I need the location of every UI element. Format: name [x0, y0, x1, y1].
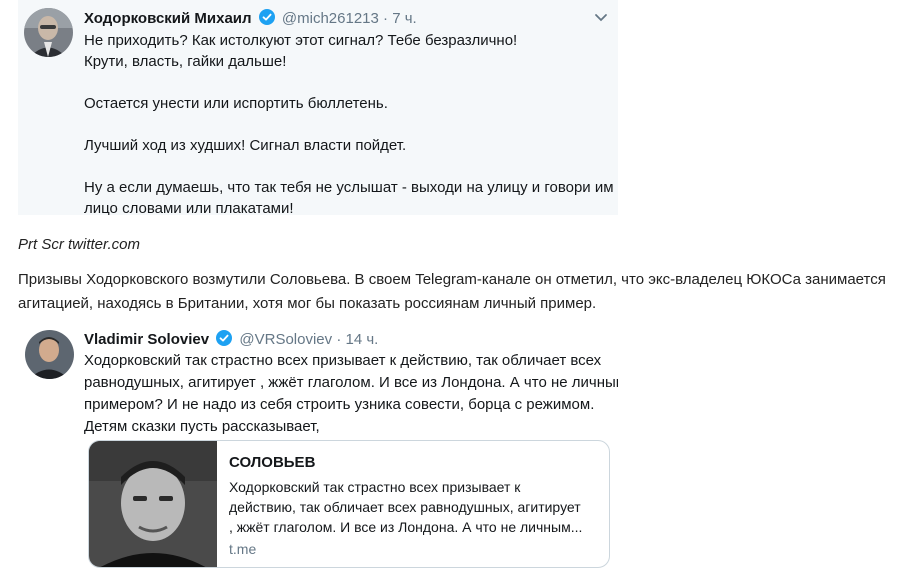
tweet-text: Не приходить? Как истолкуют этот сигнал?… [84, 30, 618, 215]
author-name[interactable]: Vladimir Soloviev [84, 331, 209, 348]
tweet-time[interactable]: 14 ч. [346, 331, 379, 348]
text-line: , жжёт глаголом. И все из Лондона. А что… [229, 519, 583, 535]
card-text: СОЛОВЬЕВ Ходорковский так страстно всех … [229, 454, 599, 557]
tweet-header: Vladimir Soloviev @VRSoloviev · 14 ч. [84, 330, 378, 350]
text-line: равнодушных, агитирует , жжёт глаголом. … [84, 374, 618, 391]
text-line: Лучший ход из худших! Сигнал власти пойд… [84, 137, 407, 154]
text-line: Не приходить? Как истолкуют этот сигнал?… [84, 32, 518, 49]
tweet-text: Ходорковский так страстно всех призывает… [84, 350, 618, 438]
verified-badge-icon [258, 9, 275, 29]
tweet-paragraph: Ну а если думаешь, что так тебя не услыш… [84, 177, 618, 215]
text-line: Ну а если думаешь, что так тебя не услыш… [84, 179, 618, 196]
text-line: действию, так обличает всех равнодушных,… [229, 499, 581, 515]
text-line: Ходорковский так страстно всех призывает… [84, 352, 602, 369]
card-domain: t.me [229, 541, 257, 557]
text-line: примером? И не надо из себя строить узни… [84, 396, 595, 413]
text-line: Крути, власть, гайки дальше! [84, 53, 287, 70]
card-image [89, 441, 217, 567]
author-handle[interactable]: @VRSoloviev [239, 331, 332, 348]
separator-dot: · [336, 331, 342, 348]
tweet-khodorkovsky: Ходорковский Михаил @mich261213 · 7 ч. Н… [18, 0, 618, 215]
article-paragraph: Призывы Ходорковского возмутили Соловьев… [18, 268, 903, 316]
tweet-paragraph: Остается унести или испортить бюллетень. [84, 93, 614, 114]
image-caption: Prt Scr twitter.com [18, 236, 140, 253]
tweet-time[interactable]: 7 ч. [392, 10, 417, 27]
avatar[interactable] [24, 8, 73, 57]
text-line: лицо словами или плакатами! [84, 200, 294, 215]
text-line: Остается унести или испортить бюллетень. [84, 95, 388, 112]
avatar[interactable] [25, 330, 74, 379]
author-name[interactable]: Ходорковский Михаил [84, 10, 252, 27]
card-title: СОЛОВЬЕВ [229, 454, 316, 471]
text-line: Призывы Ходорковского возмутили Соловьев… [18, 271, 886, 288]
tweet-header: Ходорковский Михаил @mich261213 · 7 ч. [84, 9, 417, 29]
tweet-paragraph: Лучший ход из худших! Сигнал власти пойд… [84, 135, 614, 156]
tweet-soloviev: Vladimir Soloviev @VRSoloviev · 14 ч. Хо… [18, 318, 618, 571]
card-description: Ходорковский так страстно всех призывает… [229, 477, 599, 537]
link-card[interactable]: СОЛОВЬЕВ Ходорковский так страстно всех … [88, 440, 610, 568]
tweet-paragraph: Не приходить? Как истолкуют этот сигнал?… [84, 30, 614, 72]
separator-dot: · [383, 10, 389, 27]
chevron-down-icon[interactable] [594, 10, 608, 29]
author-handle[interactable]: @mich261213 [282, 10, 379, 27]
text-line: агитацией, находясь в Британии, хотя мог… [18, 295, 597, 312]
verified-badge-icon [216, 330, 233, 350]
text-line: Детям сказки пусть рассказывает, [84, 418, 320, 435]
text-line: Ходорковский так страстно всех призывает… [229, 479, 521, 495]
